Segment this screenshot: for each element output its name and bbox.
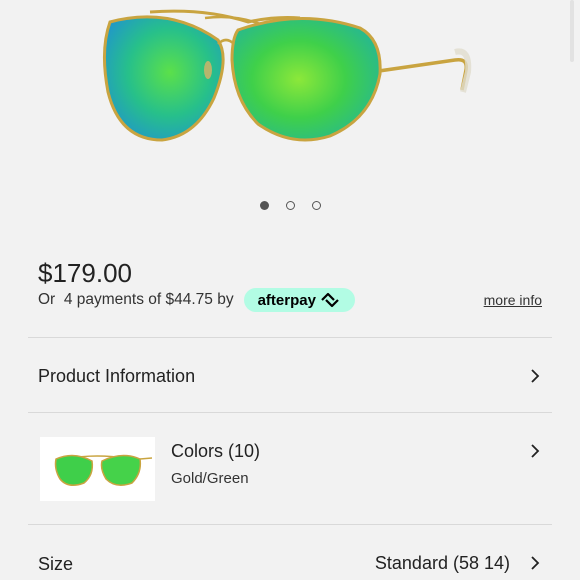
scroll-indicator [570,0,574,62]
installment-row: Or 4 payments of $44.75 by afterpay more… [38,286,542,314]
chevron-right-icon [531,444,540,458]
afterpay-arrows-icon [321,292,339,308]
selected-color: Gold/Green [171,470,249,487]
colors-title: Colors (10) [171,441,261,461]
divider [28,337,552,338]
price: $179.00 [38,258,132,288]
size-value: Standard (58 14) [374,553,510,573]
more-info-link[interactable]: more info [484,292,542,308]
product-information-label: Product Information [38,366,196,386]
chevron-right-icon [531,556,540,570]
chevron-right-icon [531,369,540,383]
size-label: Size [38,554,74,574]
installment-text: Or 4 payments of $44.75 by [38,291,234,308]
carousel-dot-2[interactable] [285,201,295,210]
divider [28,412,552,413]
divider [28,524,552,525]
color-thumbnail-image [40,437,155,501]
image-carousel-dots[interactable] [0,201,580,210]
carousel-dot-3[interactable] [311,201,321,210]
afterpay-label: afterpay [257,291,316,309]
afterpay-badge[interactable]: afterpay [243,288,355,312]
product-image[interactable] [0,0,580,190]
carousel-dot-1[interactable] [259,201,269,210]
